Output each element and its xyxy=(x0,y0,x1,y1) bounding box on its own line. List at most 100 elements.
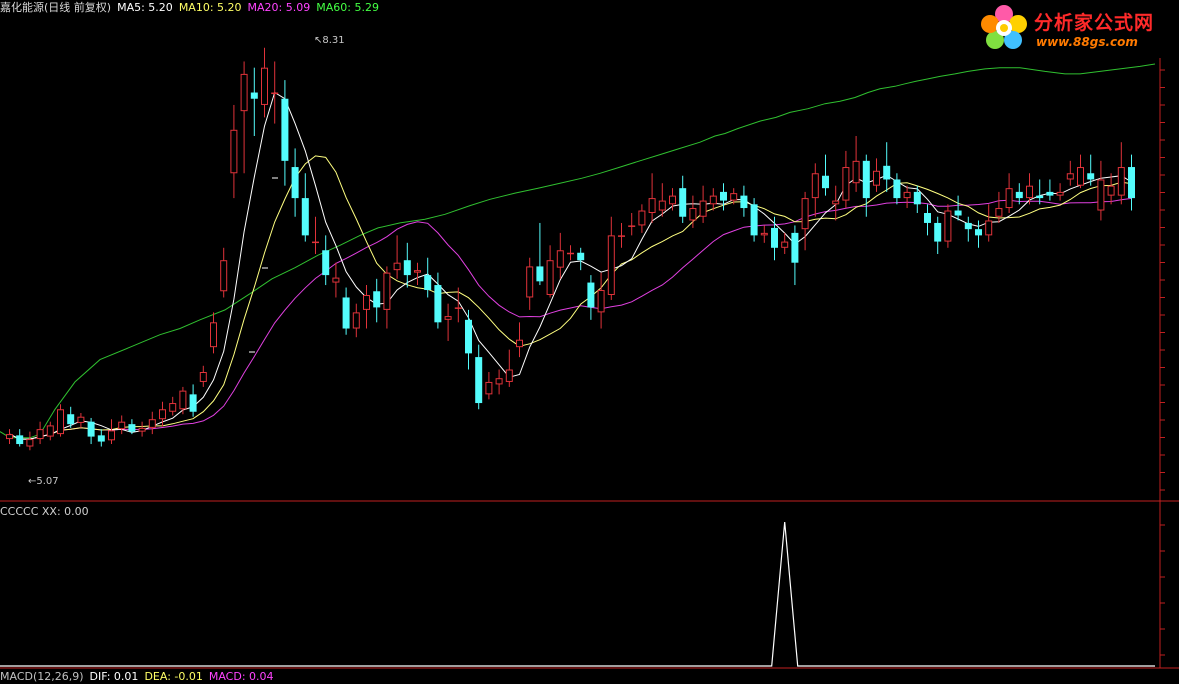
candle-body-up xyxy=(628,225,636,227)
candle-body-up xyxy=(597,290,605,313)
candle-body-down xyxy=(791,232,799,263)
candle-body-up xyxy=(169,403,177,412)
candle-body-up xyxy=(485,381,493,395)
candle-body-down xyxy=(67,414,75,425)
candle-body-up xyxy=(138,427,146,432)
candle-body-up xyxy=(261,67,268,105)
ma5-label: MA5: 5.20 xyxy=(117,1,173,14)
candle-body-up xyxy=(148,419,156,428)
candle-body-down xyxy=(1046,191,1054,196)
candle-body-up xyxy=(1056,191,1064,196)
candle-body-down xyxy=(1036,195,1044,199)
candle-body-up xyxy=(271,92,279,95)
candle-body-down xyxy=(1015,191,1023,199)
candle-body-up xyxy=(46,425,54,437)
candle-body-down xyxy=(322,250,330,276)
macd-value: MACD: 0.04 xyxy=(208,670,274,683)
candle-body-up xyxy=(730,193,738,201)
ma20-label: MA20: 5.09 xyxy=(247,1,311,14)
candle-body-down xyxy=(893,179,901,199)
candle-body-up xyxy=(77,416,85,423)
candle-body-up xyxy=(414,270,421,273)
candle-body-up xyxy=(1077,167,1084,186)
candle-body-down xyxy=(403,260,411,276)
candle-body-down xyxy=(1087,173,1095,180)
candle-body-down xyxy=(954,210,962,216)
candle-body-down xyxy=(16,435,24,445)
indicator-line xyxy=(0,521,1155,667)
candle-body-down xyxy=(822,175,829,189)
candle-body-up xyxy=(108,430,115,441)
logo-title: 分析家公式网 xyxy=(1034,12,1155,34)
candle-body-down xyxy=(771,227,778,248)
candle-body-up xyxy=(699,200,707,217)
candle-body-down xyxy=(587,282,595,308)
candle-body-up xyxy=(811,173,819,199)
candle-body-up xyxy=(312,241,319,244)
candle-body-up xyxy=(567,252,574,255)
candle-body-up xyxy=(638,210,646,226)
candle-body-down xyxy=(740,195,748,209)
candle-body-down xyxy=(87,421,95,437)
candle-body-up xyxy=(118,421,126,430)
candle-body-up xyxy=(995,208,1003,217)
candle-body-down xyxy=(883,165,891,180)
candle-body-up xyxy=(6,434,13,440)
candle-body-down xyxy=(862,160,870,199)
candle-body-up xyxy=(159,409,166,420)
candle-body-down xyxy=(577,252,585,261)
high-price-label: ↖8.31 xyxy=(314,35,345,46)
candle-body-up xyxy=(1097,179,1105,211)
high-price-value: 8.31 xyxy=(322,35,345,46)
candle-body-down xyxy=(189,394,197,412)
candle-body-down xyxy=(301,198,309,236)
candle-body-up xyxy=(332,277,340,283)
candle-body-down xyxy=(964,222,972,230)
ma10-line xyxy=(9,155,1132,440)
candle-body-up xyxy=(454,307,462,309)
candle-body-up xyxy=(842,167,850,201)
candle-body-down xyxy=(465,319,472,354)
candle-body-down xyxy=(281,98,289,161)
ma60-line xyxy=(0,63,1156,439)
macd-name: MACD(12,26,9) xyxy=(0,670,84,683)
candle-body-up xyxy=(689,208,697,221)
candle-body-down xyxy=(975,229,982,236)
candle-body-up xyxy=(179,390,187,410)
candle-body-down xyxy=(750,204,758,236)
candle-body-up xyxy=(801,198,809,230)
site-logo[interactable]: 分析家公式网 www.88gs.com xyxy=(978,2,1174,54)
macd-dif: DIF: 0.01 xyxy=(89,670,139,683)
candle-body-down xyxy=(475,357,483,404)
chart-header: 嘉化能源(日线 前复权) MA5: 5.20 MA10: 5.20 MA20: 5.0… xyxy=(0,1,385,15)
candle-body-up xyxy=(363,294,370,310)
candle-body-up xyxy=(393,262,401,271)
candle-body-down xyxy=(250,92,258,99)
candle-body-up xyxy=(57,409,64,435)
low-price-value: 5.07 xyxy=(36,476,59,487)
candlestick-chart xyxy=(0,47,1179,669)
candle-body-up xyxy=(199,372,207,382)
candle-body-down xyxy=(720,191,727,201)
candle-body-up xyxy=(1117,167,1125,196)
candle-body-up xyxy=(526,266,534,298)
candle-body-down xyxy=(934,222,942,242)
ma60-label: MA60: 5.29 xyxy=(316,1,379,14)
candle-body-up xyxy=(1066,173,1074,180)
candle-body-up xyxy=(26,439,34,447)
candle-body-up xyxy=(607,235,615,295)
candle-body-up xyxy=(618,235,625,237)
ma10-label: MA10: 5.20 xyxy=(178,1,242,14)
candle-body-up xyxy=(873,170,880,186)
candle-body-up xyxy=(210,322,217,348)
candle-body-up xyxy=(832,200,840,205)
candle-body-down xyxy=(1128,167,1135,199)
candle-body-up xyxy=(220,260,228,292)
candle-body-up xyxy=(944,210,952,242)
candle-body-up xyxy=(36,429,44,440)
candle-body-up xyxy=(556,250,564,268)
candle-body-up xyxy=(903,191,911,199)
candle-body-up xyxy=(852,160,860,184)
candle-body-up xyxy=(230,129,238,174)
candle-body-up xyxy=(505,369,513,382)
